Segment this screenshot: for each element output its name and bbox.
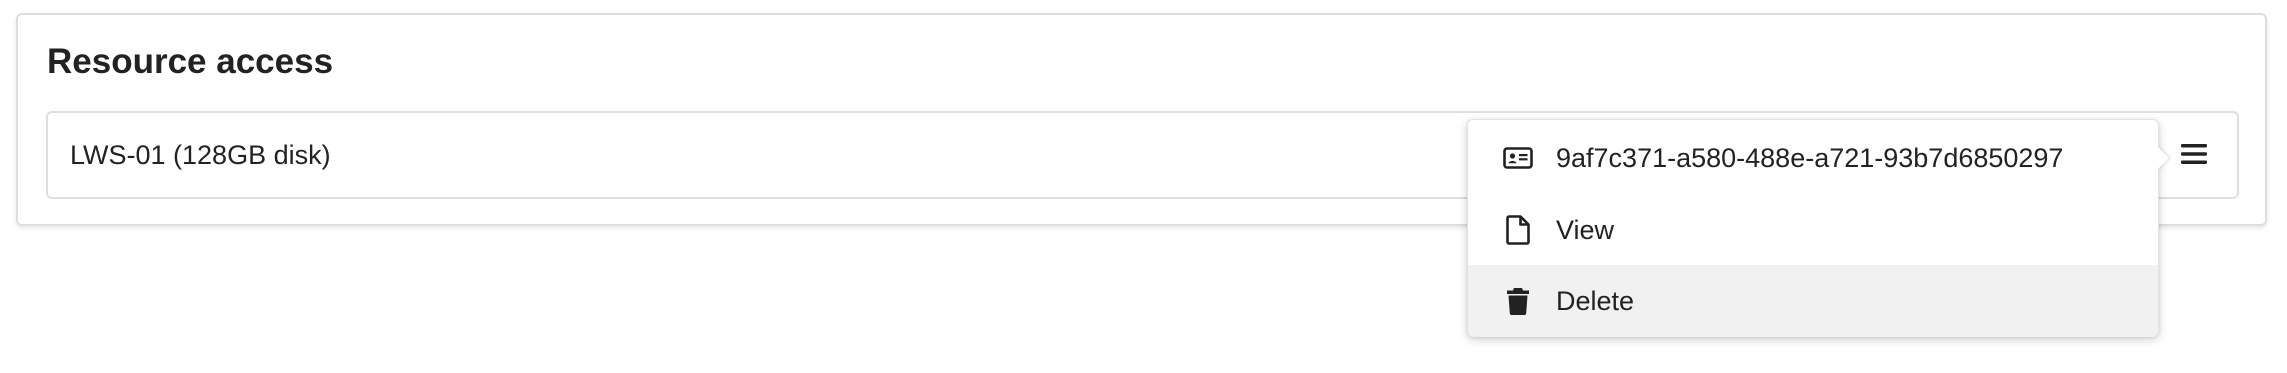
menu-item-id[interactable]: 9af7c371-a580-488e-a721-93b7d6850297 (1468, 122, 2158, 194)
resource-name: LWS-01 (128GB disk) (70, 140, 331, 170)
id-card-icon (1502, 142, 1534, 174)
menu-pointer-arrow (2157, 146, 2169, 170)
file-icon (1502, 214, 1534, 246)
section-title: Resource access (47, 42, 334, 81)
hamburger-icon (2181, 143, 2207, 165)
trash-icon (1502, 285, 1534, 317)
menu-item-delete[interactable]: Delete (1468, 265, 2158, 337)
menu-item-label: 9af7c371-a580-488e-a721-93b7d6850297 (1556, 143, 2064, 173)
resource-actions-menu: 9af7c371-a580-488e-a721-93b7d6850297 Vie… (1467, 119, 2169, 337)
menu-item-label: View (1556, 215, 1615, 245)
menu-item-label: Delete (1556, 286, 1635, 316)
menu-item-view[interactable]: View (1468, 194, 2158, 266)
menu-toggle-button[interactable] (2179, 139, 2209, 169)
